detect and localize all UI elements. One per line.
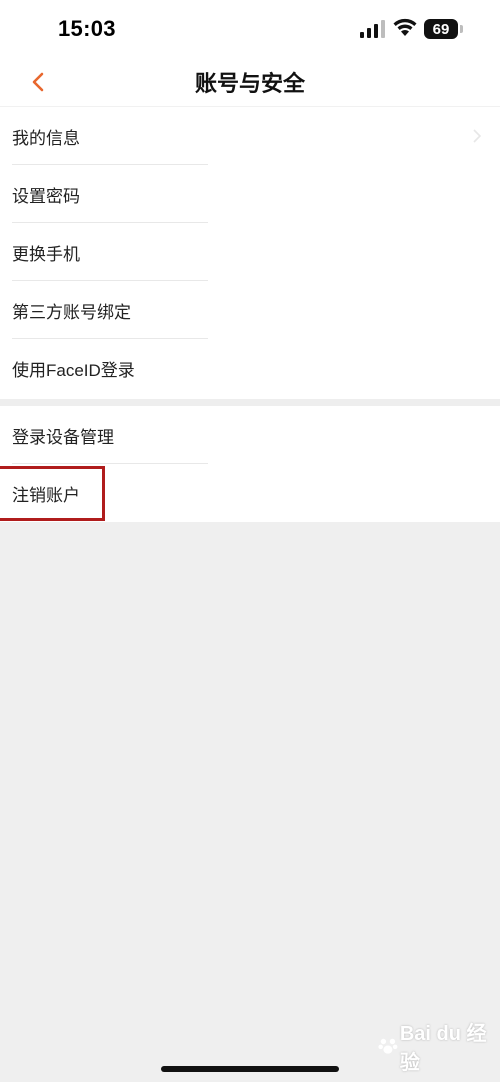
status-bar: 15:03 69 xyxy=(0,0,500,58)
wifi-icon xyxy=(393,18,417,36)
list-item-third-party-binding[interactable]: 第三方账号绑定 xyxy=(0,281,500,339)
list-item-set-password[interactable]: 设置密码 xyxy=(0,165,500,223)
list-item-label: 设置密码 xyxy=(12,186,80,206)
paw-icon xyxy=(378,1038,398,1054)
list-item-label: 第三方账号绑定 xyxy=(12,302,131,322)
watermark: Bai du 经验 xyxy=(378,1022,496,1074)
page-title: 账号与安全 xyxy=(194,71,305,96)
group-divider xyxy=(0,399,500,406)
status-time: 15:03 xyxy=(58,16,116,41)
nav-bar: 账号与安全 xyxy=(0,58,500,107)
signal-icon xyxy=(360,20,385,38)
settings-group-account: 我的信息 设置密码 更换手机 第三方账号绑定 使用FaceID登录 xyxy=(0,107,500,399)
list-item-label: 使用FaceID登录 xyxy=(12,360,135,380)
battery-icon: 69 xyxy=(424,19,464,39)
list-item-faceid-login[interactable]: 使用FaceID登录 xyxy=(0,339,500,397)
list-item-change-phone[interactable]: 更换手机 xyxy=(0,223,500,281)
highlight-box xyxy=(0,466,105,521)
list-item-label: 我的信息 xyxy=(12,128,80,148)
watermark-text: Bai du 经验 xyxy=(399,1023,487,1074)
home-indicator[interactable] xyxy=(161,1066,339,1072)
list-item-my-info[interactable]: 我的信息 xyxy=(0,107,500,165)
list-item-label: 登录设备管理 xyxy=(12,427,114,447)
list-item-device-management[interactable]: 登录设备管理 xyxy=(0,406,500,464)
battery-level: 69 xyxy=(432,20,450,38)
chevron-right-icon xyxy=(473,129,482,143)
list-item-label: 更换手机 xyxy=(12,244,80,264)
